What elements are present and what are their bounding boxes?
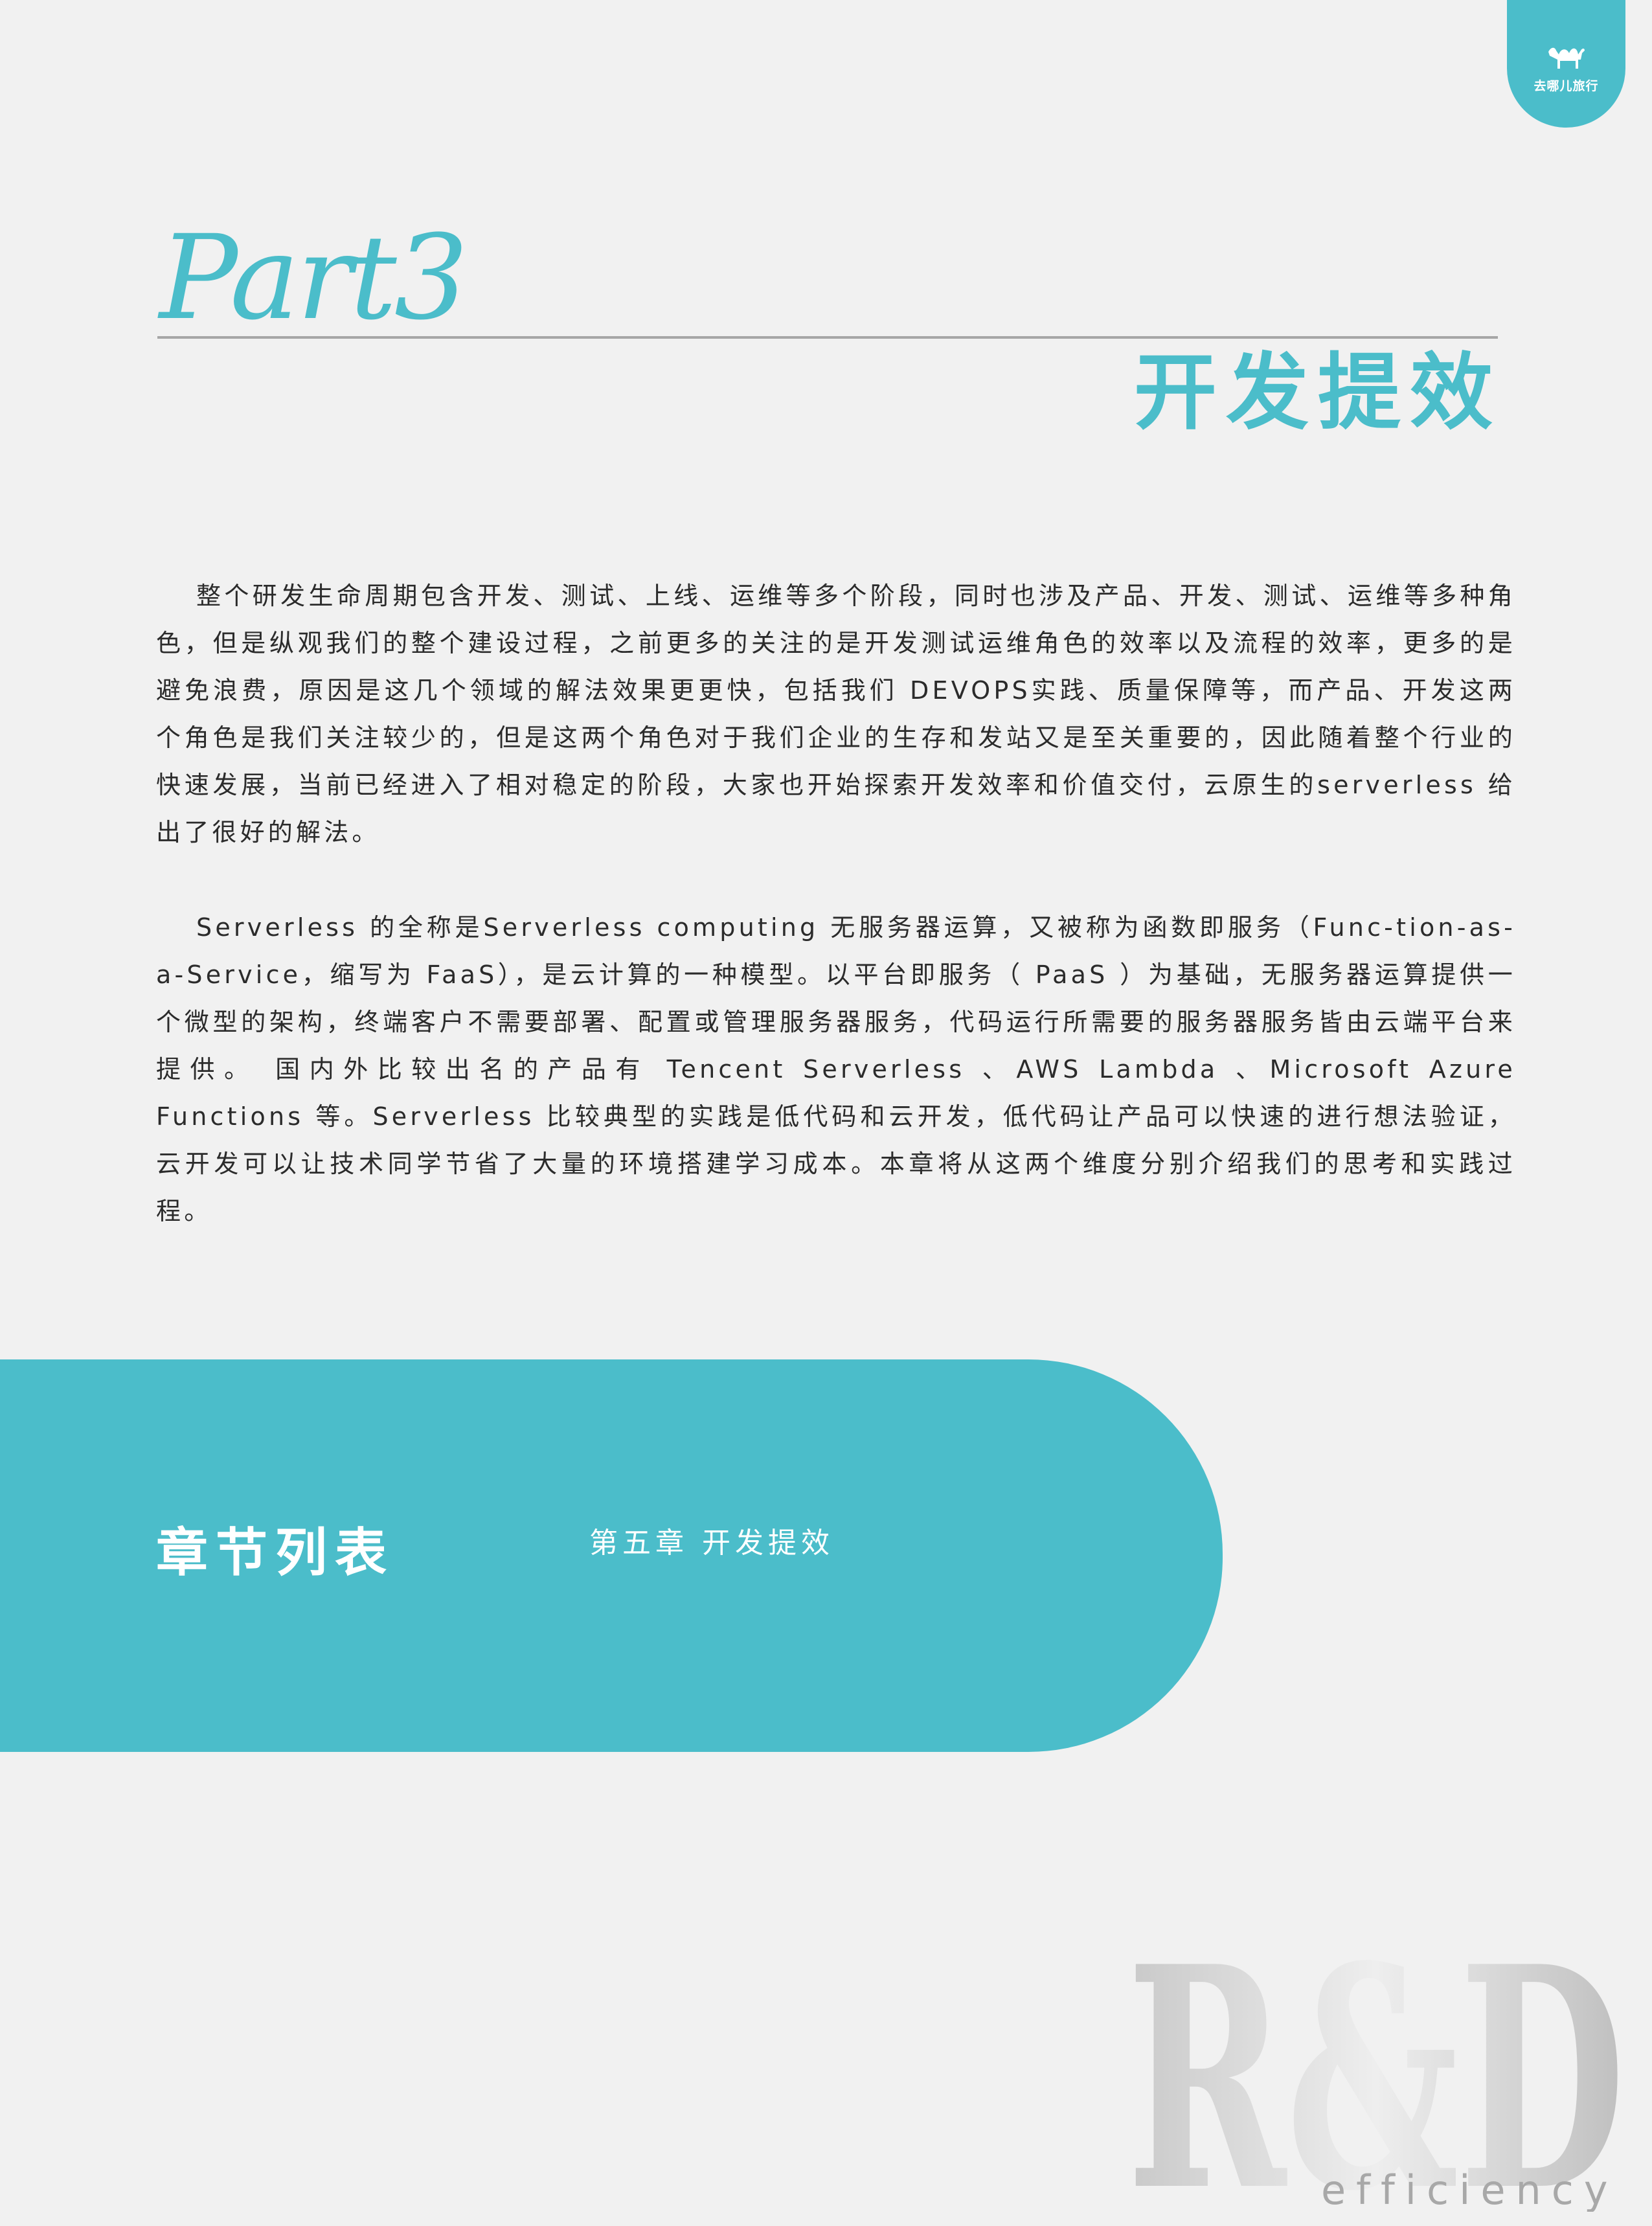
intro-paragraph-1: 整个研发生命周期包含开发、测试、上线、运维等多个阶段，同时也涉及产品、开发、测试…: [156, 582, 1516, 846]
brand-logo-tab: 去哪儿旅行: [1507, 0, 1625, 128]
part-label: Part3: [159, 210, 468, 346]
watermark-efficiency: efficiency: [1321, 2166, 1618, 2212]
chapter-list-item[interactable]: 第五章 开发提效: [589, 1524, 834, 1563]
chapter-list-heading: 章节列表: [156, 1523, 394, 1583]
title-divider: [157, 336, 1498, 339]
brand-name: 去哪儿旅行: [1533, 79, 1599, 93]
rd-efficiency-watermark: R&D efficiency: [1127, 1914, 1625, 2212]
intro-paragraph-2: Serverless 的全称是Serverless computing 无服务器…: [156, 913, 1516, 1225]
section-title: 开发提效: [1133, 345, 1502, 441]
camel-icon: [1548, 47, 1585, 69]
